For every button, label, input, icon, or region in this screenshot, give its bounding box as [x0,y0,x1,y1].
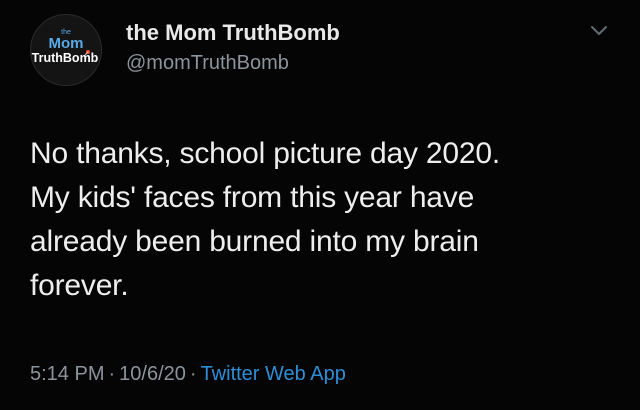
meta-separator: · [108,363,116,385]
tweet-metadata: 5:14 PM · 10/6/20 · Twitter Web App [30,363,346,386]
chevron-down-icon[interactable] [590,24,608,38]
tweet-time[interactable]: 5:14 PM [30,363,104,385]
tweet-text-line: forever. [30,269,129,302]
logo-mom-text: Mom [49,35,84,52]
tweet-text-line: No thanks, school picture day 2020. [30,137,500,170]
tweet-date[interactable]: 10/6/20 [119,363,186,385]
chevron-down-icon-glyph [591,26,607,35]
display-name[interactable]: the Mom TruthBomb [126,20,340,46]
user-handle[interactable]: @momTruthBomb [126,52,289,75]
tweet-text: No thanks, school picture day 2020. My k… [30,132,610,308]
tweet-card: the Mom TruthBomb the Mom TruthBomb @mom… [0,0,640,410]
mom-truthbomb-logo-icon: the Mom TruthBomb [32,29,99,65]
tweet-text-line: My kids' faces from this year have [30,181,475,214]
meta-separator: · [189,363,197,385]
tweet-text-line: already been burned into my brain [30,225,479,258]
avatar[interactable]: the Mom TruthBomb [30,14,102,86]
tweet-source-link[interactable]: Twitter Web App [201,363,346,385]
